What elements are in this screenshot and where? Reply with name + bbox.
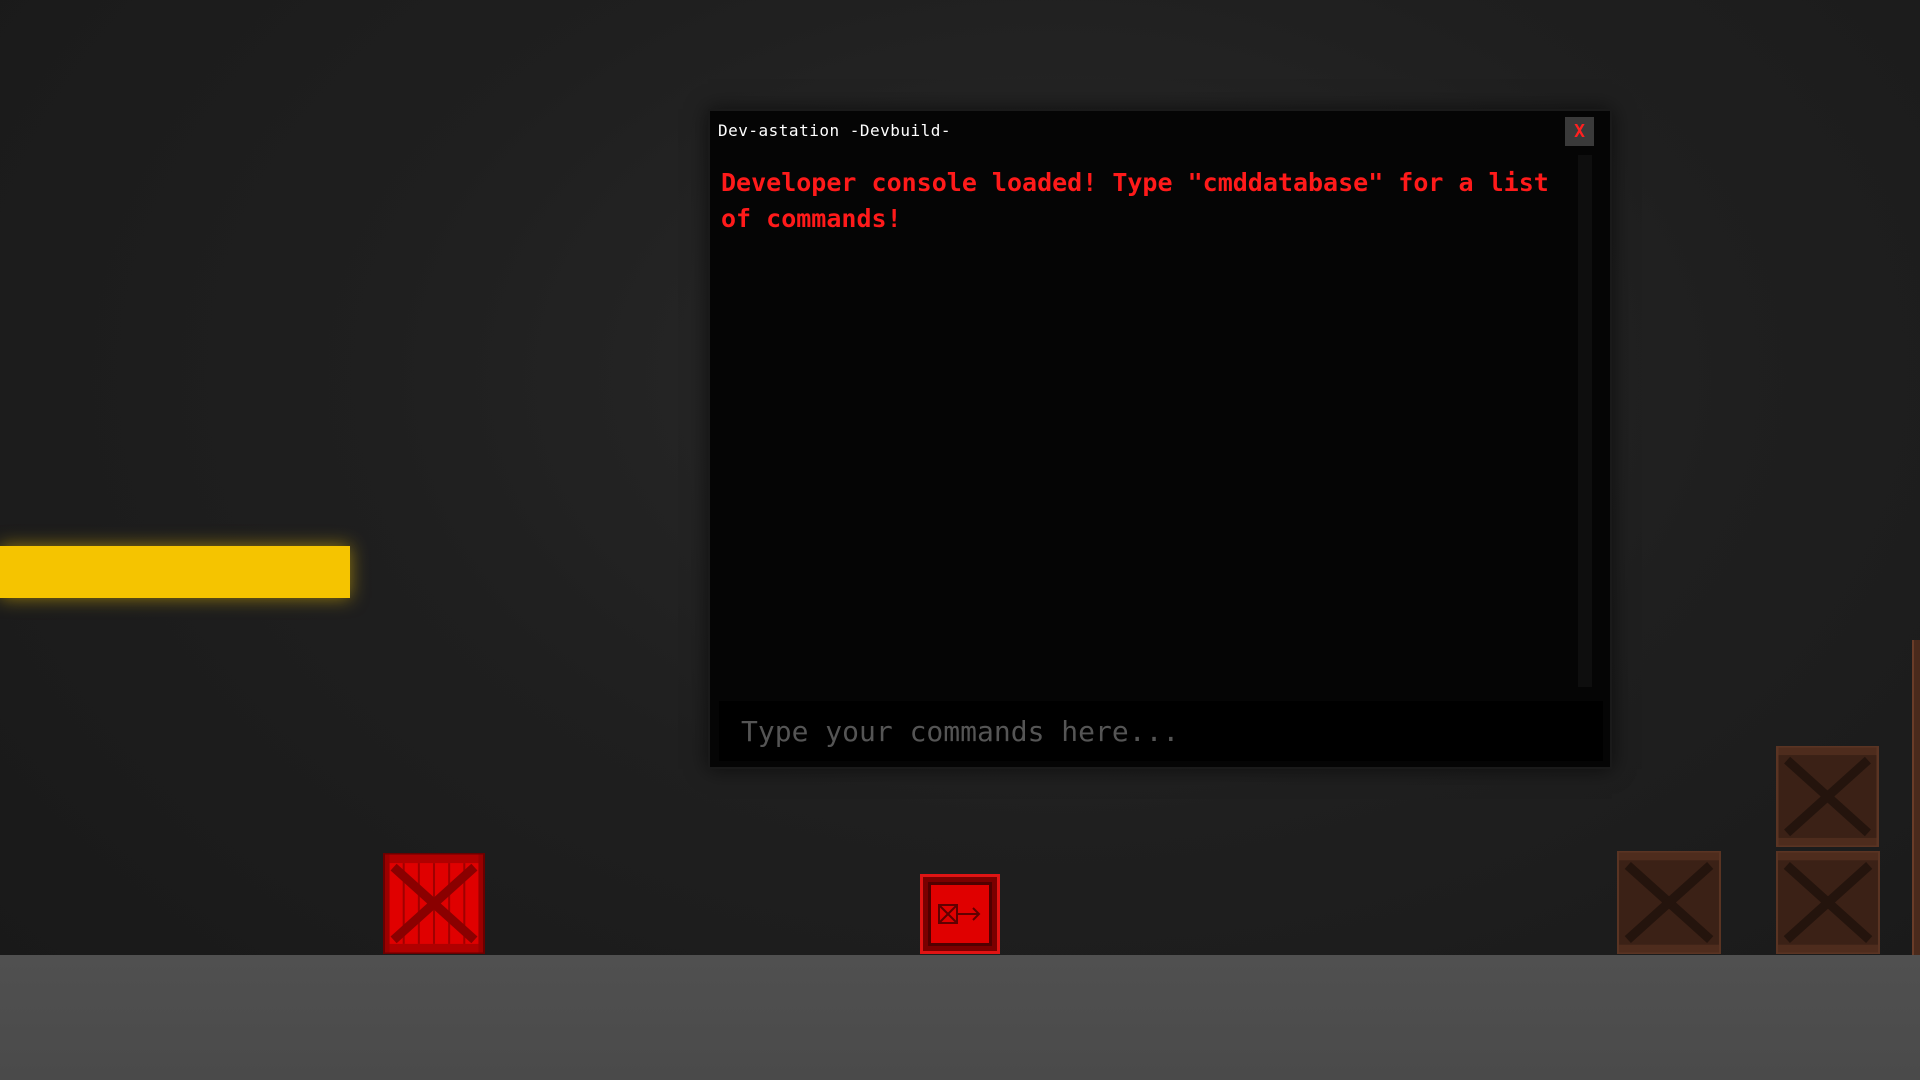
command-input[interactable] bbox=[719, 701, 1603, 761]
crate-icon bbox=[383, 853, 485, 954]
plug-icon bbox=[938, 904, 981, 924]
console-output: Developer console loaded! Type "cmddatab… bbox=[719, 155, 1585, 687]
crate-icon bbox=[1776, 746, 1879, 847]
red-crate[interactable] bbox=[383, 853, 485, 954]
close-button[interactable]: X bbox=[1565, 117, 1594, 146]
crate-icon bbox=[1776, 851, 1880, 954]
yellow-beam bbox=[0, 546, 350, 598]
developer-console: Dev-astation -Devbuild- X Developer cons… bbox=[708, 109, 1612, 769]
switch-face bbox=[928, 882, 992, 946]
console-input-wrap bbox=[719, 701, 1603, 761]
floor bbox=[0, 955, 1920, 1080]
console-scrollbar[interactable] bbox=[1578, 155, 1592, 687]
edge-crate bbox=[1912, 640, 1920, 955]
console-titlebar[interactable]: Dev-astation -Devbuild- X bbox=[710, 111, 1610, 149]
crate-icon bbox=[1617, 851, 1721, 954]
brown-crate[interactable] bbox=[1617, 851, 1721, 954]
game-scene: Dev-astation -Devbuild- X Developer cons… bbox=[0, 0, 1920, 1080]
brown-crate[interactable] bbox=[1776, 746, 1879, 847]
console-output-line: Developer console loaded! Type "cmddatab… bbox=[721, 168, 1549, 233]
close-icon: X bbox=[1574, 121, 1585, 142]
brown-crate[interactable] bbox=[1776, 851, 1880, 954]
red-switch-box[interactable] bbox=[920, 874, 1000, 954]
console-title: Dev-astation -Devbuild- bbox=[718, 121, 952, 140]
